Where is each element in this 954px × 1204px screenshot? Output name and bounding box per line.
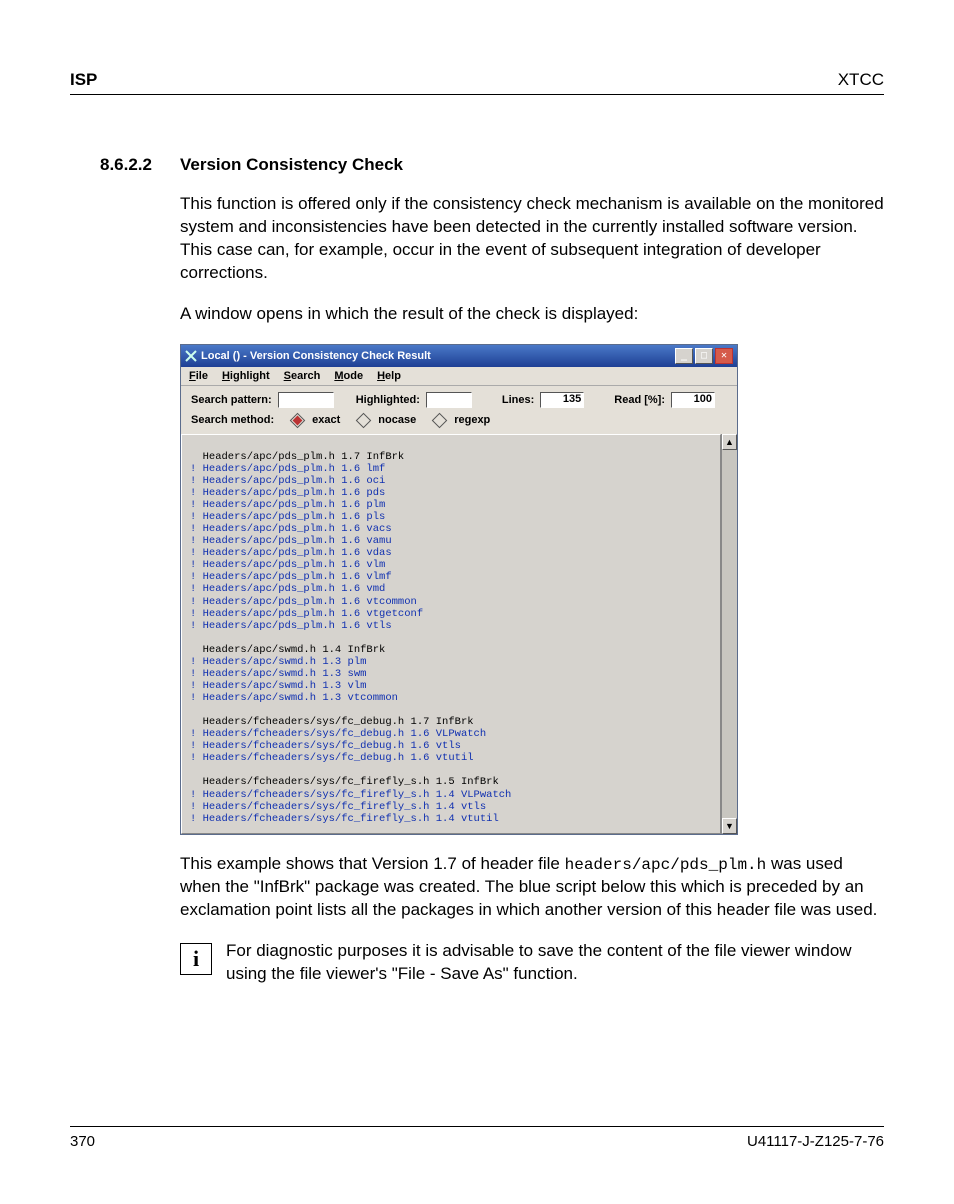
page-header: ISP XTCC [70, 70, 884, 95]
info-text: For diagnostic purposes it is advisable … [226, 940, 884, 986]
toolbar: Search pattern: Highlighted: Lines: 135 … [181, 386, 737, 434]
info-block: i For diagnostic purposes it is advisabl… [180, 940, 884, 986]
search-pattern-input[interactable] [278, 392, 334, 408]
label-read: Read [%]: [614, 394, 665, 406]
lines-value: 135 [540, 392, 584, 408]
menu-search[interactable]: Search [284, 370, 321, 382]
info-icon: i [180, 943, 212, 975]
scrollbar[interactable]: ▲ ▼ [721, 434, 737, 834]
label-lines: Lines: [502, 394, 534, 406]
doc-id: U41117-J-Z125-7-76 [747, 1133, 884, 1150]
menu-mode[interactable]: Mode [334, 370, 363, 382]
close-button[interactable]: ✕ [715, 348, 733, 364]
section-number: 8.6.2.2 [100, 155, 180, 175]
minimize-button[interactable]: _ [675, 348, 693, 364]
window-title: Local () - Version Consistency Check Res… [201, 350, 431, 362]
scroll-up-icon[interactable]: ▲ [722, 434, 737, 450]
radio-regexp[interactable] [432, 413, 448, 429]
section-heading: 8.6.2.2 Version Consistency Check [70, 155, 884, 175]
para3-a: This example shows that Version 1.7 of h… [180, 854, 565, 873]
maximize-button[interactable]: □ [695, 348, 713, 364]
page-footer: 370 U41117-J-Z125-7-76 [70, 1126, 884, 1150]
radio-exact[interactable] [290, 413, 306, 429]
scroll-down-icon[interactable]: ▼ [722, 818, 737, 834]
highlighted-input[interactable] [426, 392, 472, 408]
result-window: Local () - Version Consistency Check Res… [180, 344, 738, 835]
paragraph-3: This example shows that Version 1.7 of h… [180, 853, 884, 922]
section-title: Version Consistency Check [180, 155, 403, 175]
file-viewer[interactable]: Headers/apc/pds_plm.h 1.7 InfBrk ! Heade… [181, 434, 721, 834]
header-left: ISP [70, 70, 97, 90]
menubar: File Highlight Search Mode Help [181, 367, 737, 386]
paragraph-2: A window opens in which the result of th… [180, 303, 884, 326]
label-search-pattern: Search pattern: [191, 394, 272, 406]
read-value: 100 [671, 392, 715, 408]
menu-highlight[interactable]: Highlight [222, 370, 270, 382]
app-icon [185, 350, 197, 362]
radio-nocase[interactable] [356, 413, 372, 429]
label-regexp: regexp [454, 414, 490, 426]
menu-help[interactable]: Help [377, 370, 401, 382]
label-highlighted: Highlighted: [356, 394, 420, 406]
titlebar[interactable]: Local () - Version Consistency Check Res… [181, 345, 737, 367]
menu-file[interactable]: File [189, 370, 208, 382]
para3-code: headers/apc/pds_plm.h [565, 856, 767, 874]
page-number: 370 [70, 1133, 95, 1150]
header-right: XTCC [838, 70, 884, 90]
label-exact: exact [312, 414, 340, 426]
paragraph-1: This function is offered only if the con… [180, 193, 884, 285]
label-nocase: nocase [378, 414, 416, 426]
label-search-method: Search method: [191, 414, 274, 426]
